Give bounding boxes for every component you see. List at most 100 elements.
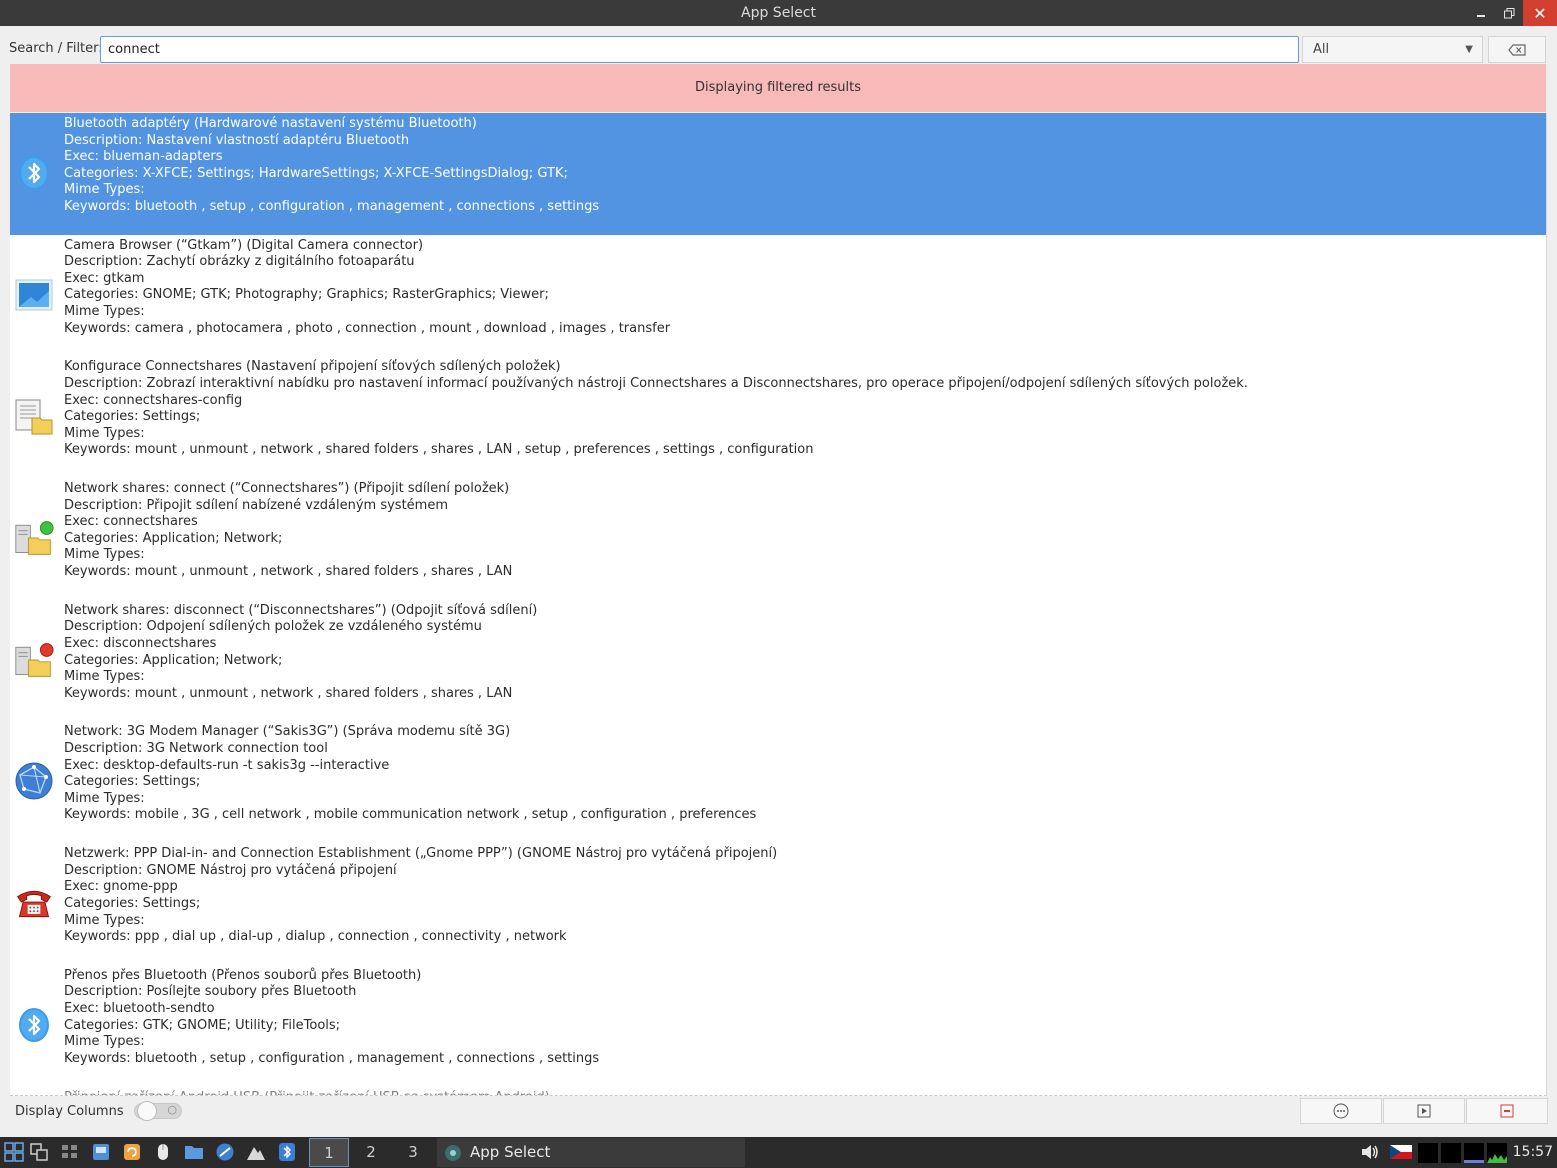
result-keywords: Keywords: camera , photocamera , photo ,… xyxy=(64,320,671,336)
telephone-icon xyxy=(14,883,54,923)
window-title: App Select xyxy=(741,5,816,21)
result-mime: Mime Types: xyxy=(64,1034,145,1050)
search-input[interactable] xyxy=(100,36,1299,63)
toggle-knob xyxy=(137,1101,157,1121)
result-exec: Exec: desktop-defaults-run -t sakis3g --… xyxy=(64,757,390,773)
result-title: Camera Browser (“Gtkam”) (Digital Camera… xyxy=(64,237,424,253)
updater-icon[interactable] xyxy=(121,1141,143,1163)
tray-memory-icon xyxy=(1464,1143,1484,1163)
result-categories: Categories: Settings; xyxy=(64,895,201,911)
result-description: Description: Zachytí obrázky z digitální… xyxy=(64,254,415,270)
result-title: Network shares: connect (“Connectshares”… xyxy=(64,481,510,497)
result-description: Description: Zobrazí interaktivní nabídk… xyxy=(64,375,1248,391)
folder-launcher-icon[interactable] xyxy=(183,1141,205,1163)
result-title: Network: 3G Modem Manager (“Sakis3G”) (S… xyxy=(64,724,511,740)
file-manager-launcher-icon[interactable] xyxy=(90,1141,112,1163)
taskbar: 123 App Select 15:57 xyxy=(0,1137,1557,1168)
result-keywords: Keywords: ppp , dial up , dial-up , dial… xyxy=(64,929,567,945)
result-keywords: Keywords: bluetooth , setup , configurat… xyxy=(64,198,600,214)
more-options-icon xyxy=(1333,1103,1349,1119)
result-title: Konfigurace Connectshares (Nastavení při… xyxy=(64,359,561,375)
mountains-launcher-icon[interactable] xyxy=(245,1141,267,1163)
result-keywords: Keywords: mount , unmount , network , sh… xyxy=(64,442,814,458)
window-titlebar: App Select ✕ xyxy=(0,0,1557,26)
search-row: Search / Filter: All ▼ xyxy=(0,26,1557,64)
tray-cpu-graph-icon xyxy=(1487,1143,1507,1163)
result-description: Description: GNOME Nástroj pro vytáčená … xyxy=(64,862,397,878)
toggle-off-indicator: ○ xyxy=(167,1103,177,1116)
quit-button[interactable] xyxy=(1466,1098,1548,1124)
browser-launcher-icon[interactable] xyxy=(214,1141,236,1163)
network-share-disconnect-icon xyxy=(14,640,54,680)
window-controls: ✕ xyxy=(1467,0,1557,26)
result-mime: Mime Types: xyxy=(64,669,145,685)
keyboard-layout-flag-icon[interactable] xyxy=(1390,1141,1412,1163)
result-title: Přenos přes Bluetooth (Přenos souborů př… xyxy=(64,967,422,983)
taskbar-task-app-select[interactable]: App Select xyxy=(437,1138,745,1167)
result-title: Netzwerk: PPP Dial-in- and Connection Es… xyxy=(64,846,778,862)
globe-network-icon xyxy=(14,761,54,801)
result-categories: Categories: GTK; GNOME; Utility; FileToo… xyxy=(64,1017,341,1033)
quit-icon xyxy=(1500,1104,1514,1118)
app-menu-icon[interactable] xyxy=(3,1141,25,1163)
display-columns-toggle[interactable]: ○ xyxy=(134,1101,182,1121)
category-select-value: All xyxy=(1313,42,1330,57)
list-item[interactable]: Network shares: connect (“Connectshares”… xyxy=(10,478,1546,600)
result-categories: Categories: Settings; xyxy=(64,774,201,790)
clear-search-button[interactable] xyxy=(1488,36,1546,63)
list-item[interactable]: Netzwerk: PPP Dial-in- and Connection Es… xyxy=(10,843,1546,965)
result-mime: Mime Types: xyxy=(64,547,145,563)
result-categories: Categories: Settings; xyxy=(64,409,201,425)
result-keywords: Keywords: mount , unmount , network , sh… xyxy=(64,685,513,701)
backspace-icon xyxy=(1508,43,1526,56)
result-mime: Mime Types: xyxy=(64,790,145,806)
result-categories: Categories: Application; Network; xyxy=(64,652,283,668)
list-item[interactable]: Bluetooth adaptéry (Hardwarové nastavení… xyxy=(10,113,1546,235)
chevron-down-icon: ▼ xyxy=(1465,44,1473,55)
result-title: Bluetooth adaptéry (Hardwarové nastavení… xyxy=(64,116,477,131)
desktop-grid-icon[interactable] xyxy=(59,1141,81,1163)
maximize-button[interactable] xyxy=(1495,0,1523,26)
launch-icon xyxy=(1417,1104,1431,1118)
list-item[interactable]: Network shares: disconnect (“Disconnects… xyxy=(10,600,1546,722)
bluetooth-icon xyxy=(14,1005,54,1045)
results-list[interactable]: Bluetooth adaptéry (Hardwarové nastavení… xyxy=(10,113,1547,1096)
close-button[interactable]: ✕ xyxy=(1523,0,1557,26)
result-keywords: Keywords: mobile , 3G , cell network , m… xyxy=(64,807,757,823)
result-mime: Mime Types: xyxy=(64,425,145,441)
category-select[interactable]: All ▼ xyxy=(1302,36,1483,63)
workspace-3[interactable]: 3 xyxy=(393,1138,433,1167)
list-item[interactable]: Camera Browser (“Gtkam”) (Digital Camera… xyxy=(10,235,1546,357)
launch-button[interactable] xyxy=(1383,1098,1465,1124)
clock: 15:57 xyxy=(1512,1144,1553,1160)
minimize-icon xyxy=(1477,15,1485,17)
list-item[interactable]: Konfigurace Connectshares (Nastavení při… xyxy=(10,356,1546,478)
network-share-connect-icon xyxy=(14,518,54,558)
result-mime: Mime Types: xyxy=(64,182,145,198)
mouse-icon[interactable] xyxy=(152,1141,174,1163)
list-item[interactable]: Připojení zařízení Android USB (Připojit… xyxy=(10,1087,1546,1096)
action-buttons xyxy=(1300,1098,1549,1124)
bluetooth-tray-icon[interactable] xyxy=(276,1141,298,1163)
result-description: Description: Připojit sdílení nabízené v… xyxy=(64,497,449,513)
list-item[interactable]: Network: 3G Modem Manager (“Sakis3G”) (S… xyxy=(10,721,1546,843)
show-windows-icon[interactable] xyxy=(28,1141,50,1163)
minimize-button[interactable] xyxy=(1467,0,1495,26)
result-categories: Categories: GNOME; GTK; Photography; Gra… xyxy=(64,287,549,303)
result-mime: Mime Types: xyxy=(64,304,145,320)
camera-browser-icon xyxy=(14,275,54,315)
workspace-1[interactable]: 1 xyxy=(309,1138,349,1167)
result-exec: Exec: connectshares-config xyxy=(64,392,243,408)
result-exec: Exec: gtkam xyxy=(64,270,145,286)
result-exec: Exec: gnome-ppp xyxy=(64,879,178,895)
workspace-2[interactable]: 2 xyxy=(351,1138,391,1167)
result-title: Network shares: disconnect (“Disconnects… xyxy=(64,602,538,618)
volume-icon[interactable] xyxy=(1359,1141,1381,1163)
tray-monitor-icon xyxy=(1441,1143,1461,1163)
filter-banner: Displaying filtered results xyxy=(10,64,1546,112)
list-item[interactable]: Přenos přes Bluetooth (Přenos souborů př… xyxy=(10,965,1546,1087)
more-options-button[interactable] xyxy=(1300,1098,1382,1124)
result-exec: Exec: connectshares xyxy=(64,514,198,530)
result-mime: Mime Types: xyxy=(64,912,145,928)
app-select-icon xyxy=(445,1145,461,1161)
